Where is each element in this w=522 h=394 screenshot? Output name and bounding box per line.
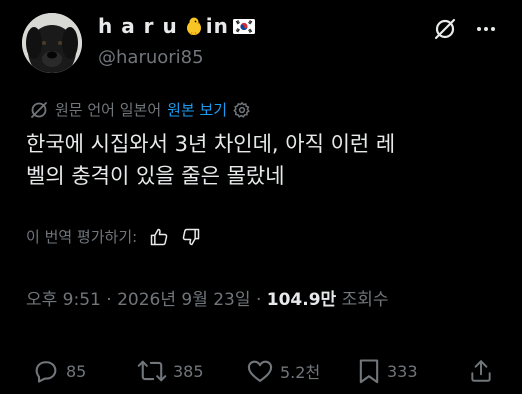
grok-icon[interactable]: [432, 16, 458, 42]
translate-icon: [29, 100, 49, 120]
tweet-time[interactable]: 오후 9:51: [26, 290, 101, 310]
retweet-count: 385: [173, 361, 204, 381]
reply-count: 85: [66, 361, 87, 381]
tweet-date[interactable]: 2026년 9월 23일: [117, 290, 250, 310]
tweet-text-line-1: 한국에 시집와서 3년 차인데, 아직 이런 레: [26, 132, 396, 156]
reply-icon: [32, 357, 60, 385]
view-original-link[interactable]: 원본 보기: [167, 99, 227, 120]
view-count: 104.9만: [266, 290, 337, 310]
view-count-label: 조회수: [341, 290, 389, 310]
rate-translation: 이 번역 평가하기:: [26, 226, 201, 247]
tweet-meta: 오후 9:51 · 2026년 9월 23일 · 104.9만 조회수: [26, 285, 389, 310]
heart-icon: [246, 357, 274, 385]
display-name[interactable]: h a r u in: [98, 14, 255, 38]
like-button[interactable]: 5.2천: [246, 357, 320, 385]
display-name-text: h a r u: [98, 14, 178, 38]
name-suffix: in: [205, 14, 229, 38]
meta-separator: ·: [106, 290, 112, 310]
rate-translation-label: 이 번역 평가하기:: [26, 228, 138, 246]
avatar[interactable]: [22, 13, 82, 73]
meta-separator-2: ·: [255, 290, 262, 310]
tweet-text-line-2: 벨의 충격이 있을 줄은 몰랐네: [26, 164, 285, 188]
bookmark-icon: [357, 357, 381, 385]
thumbs-down-icon[interactable]: [181, 227, 201, 247]
settings-gear-icon[interactable]: [233, 101, 251, 119]
bookmark-count: 333: [387, 361, 418, 381]
like-count: 5.2천: [280, 363, 321, 382]
chick-emoji-icon: [184, 16, 204, 36]
translation-info: 원문 언어 일본어 원본 보기: [29, 99, 251, 120]
share-button[interactable]: [468, 357, 494, 385]
reply-button[interactable]: 85: [32, 357, 86, 385]
korea-flag-icon: [232, 18, 255, 34]
tweet-text: 한국에 시집와서 3년 차인데, 아직 이런 레 벨의 충격이 있을 줄은 몰랐…: [26, 128, 496, 192]
retweet-icon: [137, 357, 167, 385]
bookmark-button[interactable]: 333: [357, 357, 418, 385]
share-icon: [468, 357, 494, 385]
user-handle[interactable]: @haruori85: [98, 47, 204, 68]
thumbs-up-icon[interactable]: [149, 227, 169, 247]
retweet-button[interactable]: 385: [137, 357, 204, 385]
translation-source: 원문 언어 일본어: [55, 101, 162, 119]
more-options-icon[interactable]: [474, 17, 498, 41]
